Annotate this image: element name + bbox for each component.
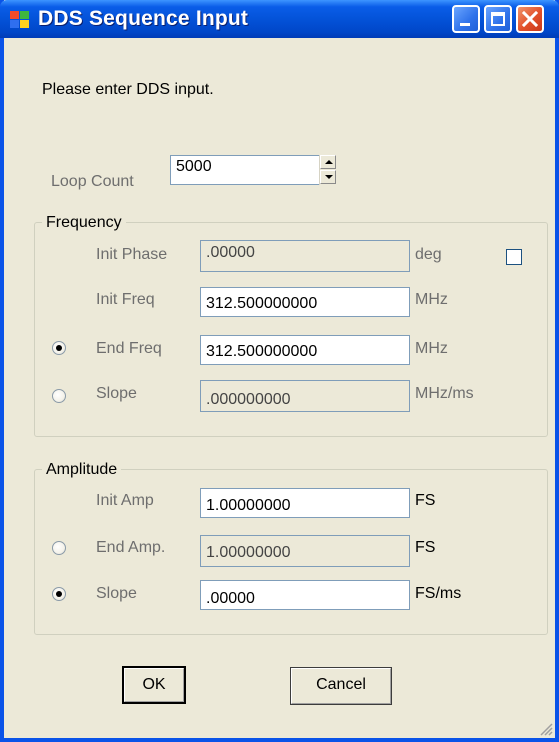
init-phase-input: .00000 (200, 240, 410, 272)
minimize-icon (460, 23, 470, 26)
end-freq-input[interactable]: 312.500000000 (200, 335, 410, 365)
init-freq-label: Init Freq (96, 291, 155, 308)
slope-amp-unit: FS/ms (415, 585, 462, 602)
resize-grip-icon[interactable] (539, 722, 553, 736)
arrow-up-icon (325, 160, 333, 164)
end-amp-label: End Amp. (96, 539, 166, 556)
stepper-down-button[interactable] (320, 170, 336, 184)
close-icon (521, 10, 539, 28)
ok-button-label: OK (142, 676, 166, 693)
window-title: DDS Sequence Input (38, 7, 249, 30)
slope-amp-input[interactable]: .00000 (200, 580, 410, 610)
instruction-text: Please enter DDS input. (42, 81, 214, 98)
dialog-window: DDS Sequence Input Please enter DDS inpu… (0, 0, 559, 742)
slope-freq-radio[interactable] (52, 389, 66, 403)
maximize-button[interactable] (484, 5, 512, 33)
slope-freq-label: Slope (96, 385, 137, 402)
end-amp-radio[interactable] (52, 541, 66, 555)
init-freq-unit: MHz (415, 291, 448, 308)
cancel-button-label: Cancel (316, 676, 366, 693)
radio-selected-dot (56, 591, 62, 597)
end-freq-unit: MHz (415, 340, 448, 357)
radio-selected-dot (56, 345, 62, 351)
slope-freq-unit: MHz/ms (415, 385, 474, 402)
end-amp-input: 1.00000000 (200, 535, 410, 567)
init-phase-unit: deg (415, 246, 442, 263)
amplitude-group-label: Amplitude (42, 460, 122, 480)
end-amp-unit: FS (415, 539, 436, 556)
loop-count-label: Loop Count (51, 173, 134, 190)
app-icon (10, 11, 30, 29)
minimize-button[interactable] (452, 5, 480, 33)
loop-count-stepper[interactable] (319, 155, 336, 185)
arrow-down-icon (325, 175, 333, 179)
slope-amp-radio[interactable] (52, 587, 66, 601)
init-amp-unit: FS (415, 492, 436, 509)
init-phase-label: Init Phase (96, 246, 168, 263)
title-bar[interactable]: DDS Sequence Input (0, 0, 559, 38)
init-freq-input[interactable]: 312.500000000 (200, 287, 410, 317)
slope-freq-input: .000000000 (200, 380, 410, 412)
ok-button[interactable]: OK (122, 666, 186, 704)
cancel-button[interactable]: Cancel (290, 667, 392, 705)
end-freq-label: End Freq (96, 340, 162, 357)
loop-count-input[interactable]: 5000 (170, 155, 320, 185)
frequency-group-label: Frequency (42, 213, 126, 233)
init-amp-input[interactable]: 1.00000000 (200, 488, 410, 518)
stepper-up-button[interactable] (320, 155, 336, 169)
init-amp-label: Init Amp (96, 492, 154, 509)
end-freq-radio[interactable] (52, 341, 66, 355)
maximize-icon (491, 12, 505, 26)
close-button[interactable] (516, 5, 544, 33)
slope-amp-label: Slope (96, 585, 137, 602)
init-phase-checkbox[interactable] (506, 249, 522, 265)
